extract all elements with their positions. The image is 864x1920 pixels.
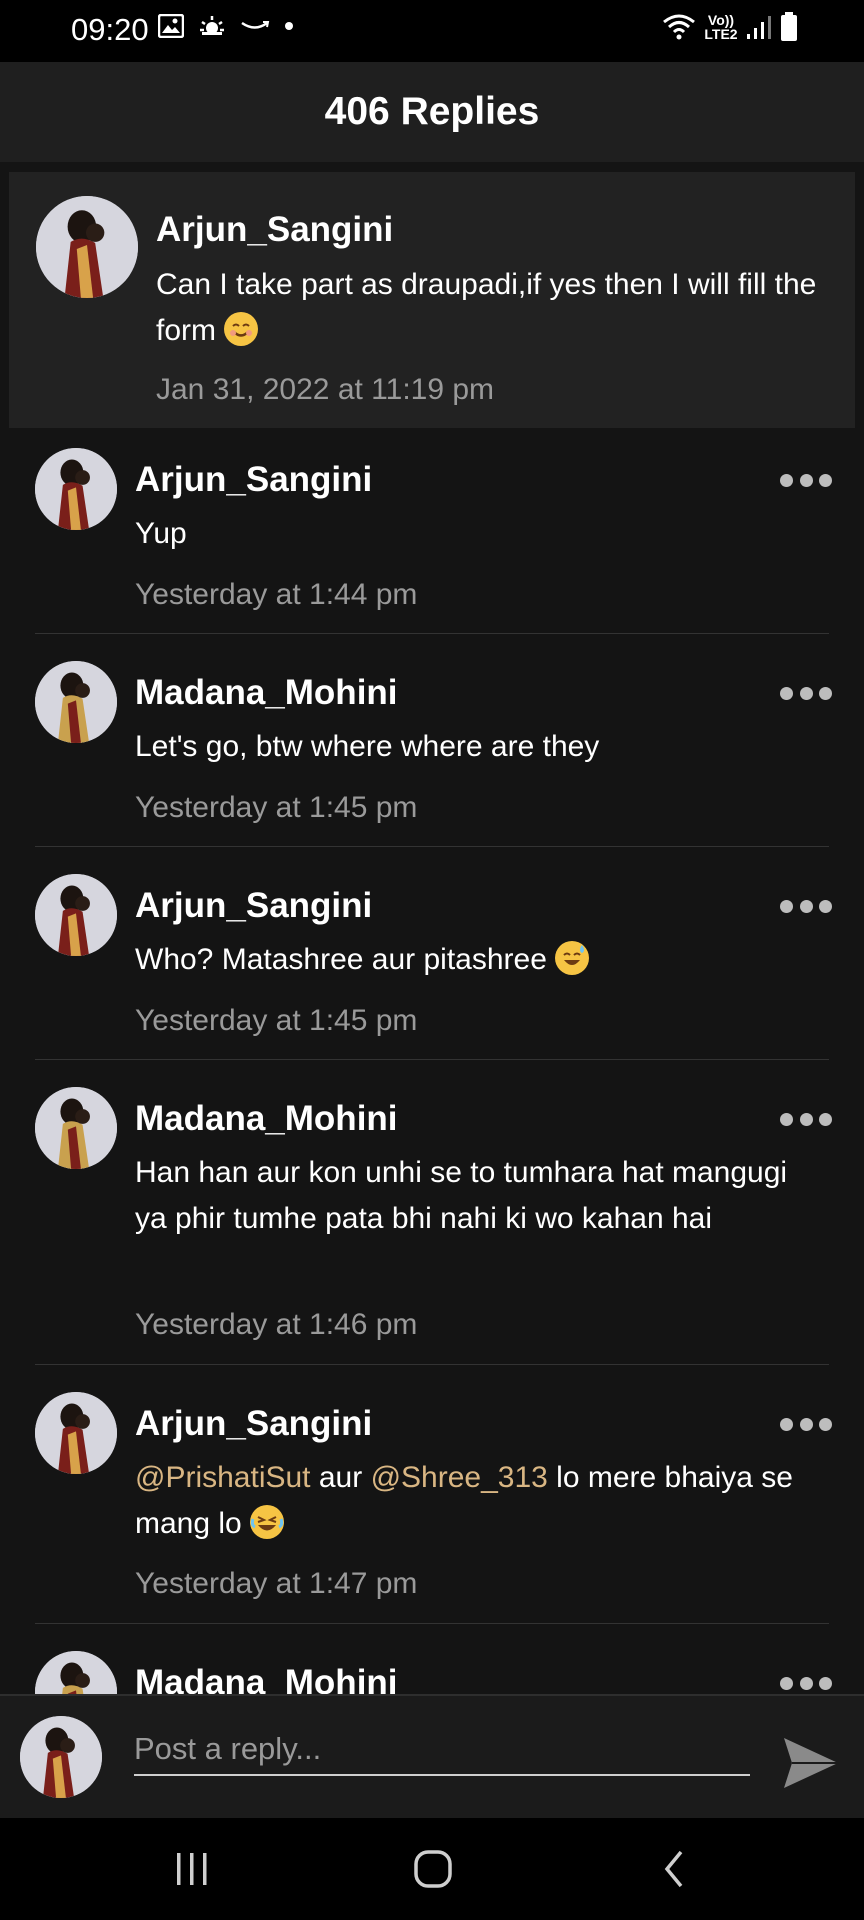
weather-icon bbox=[200, 16, 224, 35]
mention-link[interactable]: @Shree_313 bbox=[371, 1461, 548, 1494]
battery-icon bbox=[781, 12, 797, 41]
reply-text: Let's go, btw where where are they bbox=[135, 730, 600, 763]
reply-item: Arjun_Sangini Who? Matashree aur pitashr… bbox=[0, 854, 864, 1060]
avatar[interactable] bbox=[35, 661, 117, 743]
reply-text: Who? Matashree aur pitashree bbox=[135, 937, 835, 983]
username[interactable]: Arjun_Sangini bbox=[135, 1404, 372, 1444]
more-options-button[interactable] bbox=[780, 896, 832, 916]
username[interactable]: Madana_Mohini bbox=[135, 673, 398, 713]
more-options-button[interactable] bbox=[780, 1109, 832, 1129]
avatar-image bbox=[20, 1716, 102, 1798]
username[interactable]: Arjun_Sangini bbox=[135, 460, 372, 500]
laughing-emoji-icon bbox=[250, 1505, 285, 1539]
reply-input[interactable] bbox=[134, 1724, 750, 1776]
back-button[interactable] bbox=[644, 1846, 704, 1892]
more-options-button[interactable] bbox=[780, 470, 832, 490]
reply-text-content: Who? Matashree aur pitashree bbox=[135, 943, 547, 976]
avatar[interactable] bbox=[36, 196, 138, 298]
divider bbox=[35, 1364, 829, 1365]
avatar-image bbox=[35, 1087, 117, 1169]
reply-item: Arjun_Sangini @PrishatiSut aur @Shree_31… bbox=[0, 1372, 864, 1624]
timestamp: Yesterday at 1:45 pm bbox=[135, 791, 418, 824]
gallery-icon bbox=[158, 14, 184, 38]
avatar-image bbox=[35, 448, 117, 530]
home-icon bbox=[414, 1850, 452, 1888]
divider bbox=[35, 846, 829, 847]
back-icon bbox=[664, 1850, 683, 1888]
timestamp: Yesterday at 1:45 pm bbox=[135, 1004, 418, 1037]
status-system-icons: Vo)) LTE2 bbox=[662, 12, 798, 42]
system-nav-bar bbox=[0, 1818, 864, 1920]
avatar-image bbox=[35, 661, 117, 743]
divider bbox=[35, 633, 829, 634]
avatar[interactable] bbox=[35, 874, 117, 956]
parent-comment: Arjun_Sangini Can I take part as draupad… bbox=[9, 172, 855, 428]
avatar-image bbox=[36, 196, 138, 298]
reply-text: Han han aur kon unhi se to tumhara hat m… bbox=[135, 1156, 788, 1235]
timestamp: Yesterday at 1:47 pm bbox=[135, 1567, 418, 1600]
mention-link[interactable]: @PrishatiSut bbox=[135, 1461, 311, 1494]
username[interactable]: Madana_Mohini bbox=[135, 1663, 398, 1694]
more-options-button[interactable] bbox=[780, 683, 832, 703]
send-button[interactable] bbox=[782, 1734, 840, 1792]
amazon-icon bbox=[241, 21, 270, 29]
reply-text-segment: aur bbox=[310, 1461, 371, 1494]
more-options-button[interactable] bbox=[780, 1673, 832, 1693]
reply-item: Arjun_Sangini Yup Yesterday at 1:44 pm bbox=[0, 428, 864, 634]
sweat-smile-emoji-icon bbox=[555, 941, 590, 975]
current-user-avatar bbox=[20, 1716, 102, 1798]
avatar[interactable] bbox=[35, 1392, 117, 1474]
timestamp: Jan 31, 2022 at 11:19 pm bbox=[156, 373, 495, 406]
wifi-icon bbox=[663, 14, 695, 40]
comment-text: Can I take part as draupadi,if yes then … bbox=[156, 262, 836, 354]
status-time: 09:20 bbox=[71, 12, 149, 47]
recent-apps-button[interactable] bbox=[162, 1846, 222, 1892]
reply-text: @PrishatiSut aur @Shree_313 lo mere bhai… bbox=[135, 1455, 835, 1547]
send-icon bbox=[784, 1738, 838, 1788]
divider bbox=[35, 1623, 829, 1624]
recent-apps-icon bbox=[177, 1853, 207, 1885]
timestamp: Yesterday at 1:44 pm bbox=[135, 578, 418, 611]
username[interactable]: Arjun_Sangini bbox=[156, 210, 393, 250]
avatar[interactable] bbox=[35, 448, 117, 530]
reply-item: Madana_Mohini Let's go, btw where where … bbox=[0, 641, 864, 847]
network-label: Vo)) LTE2 bbox=[704, 12, 738, 42]
timestamp: Yesterday at 1:46 pm bbox=[135, 1308, 418, 1341]
reply-item: Madana_Mohini Han han aur kon unhi se to… bbox=[0, 1067, 864, 1365]
avatar-image bbox=[35, 1392, 117, 1474]
avatar[interactable] bbox=[35, 1651, 117, 1694]
avatar[interactable] bbox=[35, 1087, 117, 1169]
reply-text: Yup bbox=[135, 517, 187, 550]
dot-icon bbox=[285, 22, 293, 30]
home-button[interactable] bbox=[403, 1846, 463, 1892]
status-notification-icons bbox=[158, 14, 294, 38]
username[interactable]: Madana_Mohini bbox=[135, 1099, 398, 1139]
page-title: 406 Replies bbox=[324, 90, 540, 133]
username[interactable]: Arjun_Sangini bbox=[135, 886, 372, 926]
replies-header: 406 Replies bbox=[0, 62, 864, 162]
divider bbox=[35, 1059, 829, 1060]
reply-composer bbox=[0, 1694, 864, 1820]
avatar-image bbox=[35, 874, 117, 956]
more-options-button[interactable] bbox=[780, 1414, 832, 1434]
smiling-emoji-icon bbox=[224, 312, 259, 346]
reply-item: Madana_Mohini bbox=[0, 1631, 864, 1694]
avatar-image bbox=[35, 1651, 117, 1694]
status-bar: 09:20 Vo)) LTE2 bbox=[0, 0, 864, 62]
signal-icon bbox=[747, 16, 771, 39]
